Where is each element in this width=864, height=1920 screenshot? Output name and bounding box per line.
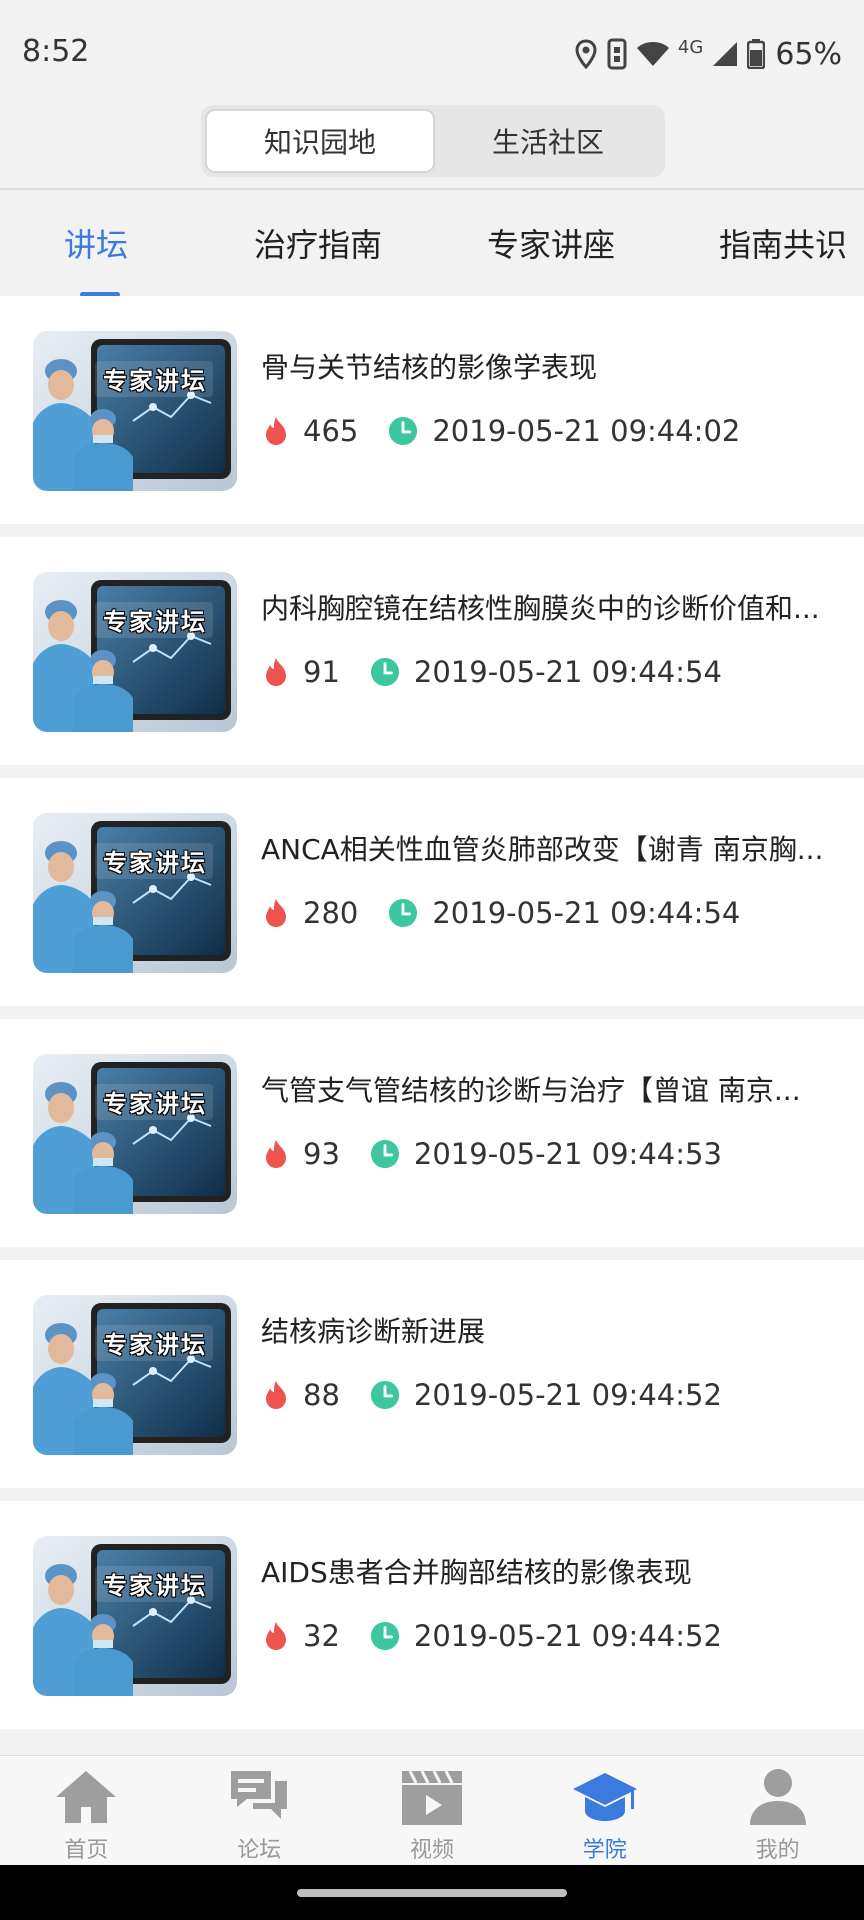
lecture-thumbnail: 专家讲坛 bbox=[33, 1536, 237, 1696]
publish-time: 2019-05-21 09:44:54 bbox=[432, 896, 741, 930]
nav-home-label: 首页 bbox=[64, 1838, 109, 1863]
thumbnail-banner: 专家讲坛 bbox=[103, 366, 207, 395]
network-type: 4G bbox=[677, 36, 704, 58]
lecture-title: 气管支气管结核的诊断与治疗【曾谊 南京... bbox=[261, 1074, 801, 1107]
fire-icon bbox=[261, 1138, 291, 1170]
app-screen: 8:52 4G 65% 知识园地 生活社区 讲坛 治疗指南 专家讲座 指南共识 … bbox=[0, 0, 864, 1920]
nav-video[interactable]: 视频 bbox=[346, 1756, 519, 1865]
tab-guideline-consensus[interactable]: 指南共识 bbox=[719, 220, 847, 266]
thumbnail-banner: 专家讲坛 bbox=[103, 1330, 207, 1359]
lecture-title: ANCA相关性血管炎肺部改变【谢青 南京胸... bbox=[261, 833, 824, 866]
list-item[interactable]: 专家讲坛 气管支气管结核的诊断与治疗【曾谊 南京... 93 2019-05-2… bbox=[0, 1019, 864, 1247]
clock-icon bbox=[388, 415, 418, 447]
lecture-thumbnail: 专家讲坛 bbox=[33, 813, 237, 973]
nav-academy[interactable]: 学院 bbox=[518, 1756, 691, 1865]
view-count: 91 bbox=[303, 655, 340, 689]
tab-expert-lectures[interactable]: 专家讲座 bbox=[487, 220, 615, 266]
lecture-thumbnail: 专家讲坛 bbox=[33, 572, 237, 732]
lecture-list: 专家讲坛 骨与关节结核的影像学表现 465 2019-05-21 09:44:0… bbox=[0, 296, 864, 1742]
lecture-thumbnail: 专家讲坛 bbox=[33, 1054, 237, 1214]
lecture-thumbnail: 专家讲坛 bbox=[33, 331, 237, 491]
list-item[interactable]: 专家讲坛 AIDS患者合并胸部结核的影像表现 32 2019-05-21 09:… bbox=[0, 1501, 864, 1729]
publish-time: 2019-05-21 09:44:52 bbox=[413, 1619, 722, 1653]
lecture-title: 骨与关节结核的影像学表现 bbox=[261, 351, 598, 384]
location-icon bbox=[574, 36, 598, 72]
lecture-title: 内科胸腔镜在结核性胸膜炎中的诊断价值和... bbox=[261, 592, 820, 625]
list-item[interactable]: 专家讲坛 骨与关节结核的影像学表现 465 2019-05-21 09:44:0… bbox=[0, 296, 864, 524]
lecture-meta: 32 2019-05-21 09:44:52 bbox=[261, 1616, 722, 1656]
fire-icon bbox=[261, 415, 291, 447]
video-icon bbox=[397, 1764, 467, 1830]
nav-mine[interactable]: 我的 bbox=[691, 1756, 864, 1865]
bottom-nav: 首页 论坛 视频 学院 我的 bbox=[0, 1755, 864, 1865]
fire-icon bbox=[261, 1379, 291, 1411]
clock-icon bbox=[370, 1138, 400, 1170]
publish-time: 2019-05-21 09:44:53 bbox=[413, 1137, 722, 1171]
segmented-control: 知识园地 生活社区 bbox=[201, 105, 665, 177]
view-count: 93 bbox=[303, 1137, 340, 1171]
thumbnail-banner: 专家讲坛 bbox=[103, 848, 207, 877]
list-item[interactable]: 专家讲坛 结核病诊断新进展 88 2019-05-21 09:44:52 bbox=[0, 1260, 864, 1488]
lecture-meta: 280 2019-05-21 09:44:54 bbox=[261, 893, 740, 933]
thumbnail-banner: 专家讲坛 bbox=[103, 607, 207, 636]
list-item[interactable]: 专家讲坛 内科胸腔镜在结核性胸膜炎中的诊断价值和... 91 2019-05-2… bbox=[0, 537, 864, 765]
nav-forum[interactable]: 论坛 bbox=[173, 1756, 346, 1865]
graduation-cap-icon bbox=[570, 1764, 640, 1830]
publish-time: 2019-05-21 09:44:54 bbox=[413, 655, 722, 689]
view-count: 465 bbox=[303, 414, 359, 448]
status-time: 8:52 bbox=[22, 34, 90, 69]
clock-icon bbox=[388, 897, 418, 929]
segment-community[interactable]: 生活社区 bbox=[435, 109, 661, 173]
battery-icon bbox=[747, 36, 766, 72]
fire-icon bbox=[261, 897, 291, 929]
home-icon bbox=[51, 1764, 121, 1830]
battery-level: 65% bbox=[775, 36, 842, 72]
status-icons: 4G 65% bbox=[574, 34, 842, 74]
nav-forum-label: 论坛 bbox=[237, 1838, 282, 1863]
lecture-meta: 88 2019-05-21 09:44:52 bbox=[261, 1375, 722, 1415]
nav-home[interactable]: 首页 bbox=[0, 1756, 173, 1865]
publish-time: 2019-05-21 09:44:02 bbox=[432, 414, 741, 448]
nav-video-label: 视频 bbox=[409, 1838, 454, 1863]
publish-time: 2019-05-21 09:44:52 bbox=[413, 1378, 722, 1412]
lecture-meta: 93 2019-05-21 09:44:53 bbox=[261, 1134, 722, 1174]
status-bar: 8:52 4G 65% bbox=[0, 0, 864, 105]
lecture-meta: 465 2019-05-21 09:44:02 bbox=[261, 411, 740, 451]
view-count: 280 bbox=[303, 896, 359, 930]
wifi-icon bbox=[636, 36, 670, 72]
segment-knowledge[interactable]: 知识园地 bbox=[205, 109, 435, 173]
clock-icon bbox=[370, 1620, 400, 1652]
chat-icon bbox=[224, 1764, 294, 1830]
list-item[interactable]: 专家讲坛 ANCA相关性血管炎肺部改变【谢青 南京胸... 280 2019-0… bbox=[0, 778, 864, 1006]
fire-icon bbox=[261, 656, 291, 688]
nav-academy-label: 学院 bbox=[582, 1838, 627, 1863]
nav-mine-label: 我的 bbox=[755, 1838, 800, 1863]
clock-icon bbox=[370, 656, 400, 688]
lecture-thumbnail: 专家讲坛 bbox=[33, 1295, 237, 1455]
signal-icon bbox=[711, 36, 739, 72]
lecture-title: 结核病诊断新进展 bbox=[261, 1315, 486, 1348]
vibrate-icon bbox=[606, 36, 628, 72]
lecture-meta: 91 2019-05-21 09:44:54 bbox=[261, 652, 722, 692]
home-indicator[interactable] bbox=[297, 1889, 567, 1897]
category-tabs: 讲坛 治疗指南 专家讲座 指南共识 bbox=[0, 190, 864, 297]
tab-forum-lectures[interactable]: 讲坛 bbox=[64, 220, 128, 266]
fire-icon bbox=[261, 1620, 291, 1652]
thumbnail-banner: 专家讲坛 bbox=[103, 1089, 207, 1118]
clock-icon bbox=[370, 1379, 400, 1411]
person-icon bbox=[743, 1764, 813, 1830]
system-nav-bar bbox=[0, 1865, 864, 1920]
lecture-title: AIDS患者合并胸部结核的影像表现 bbox=[261, 1556, 692, 1589]
tab-treatment-guide[interactable]: 治疗指南 bbox=[254, 220, 382, 266]
view-count: 88 bbox=[303, 1378, 340, 1412]
view-count: 32 bbox=[303, 1619, 340, 1653]
thumbnail-banner: 专家讲坛 bbox=[103, 1571, 207, 1600]
